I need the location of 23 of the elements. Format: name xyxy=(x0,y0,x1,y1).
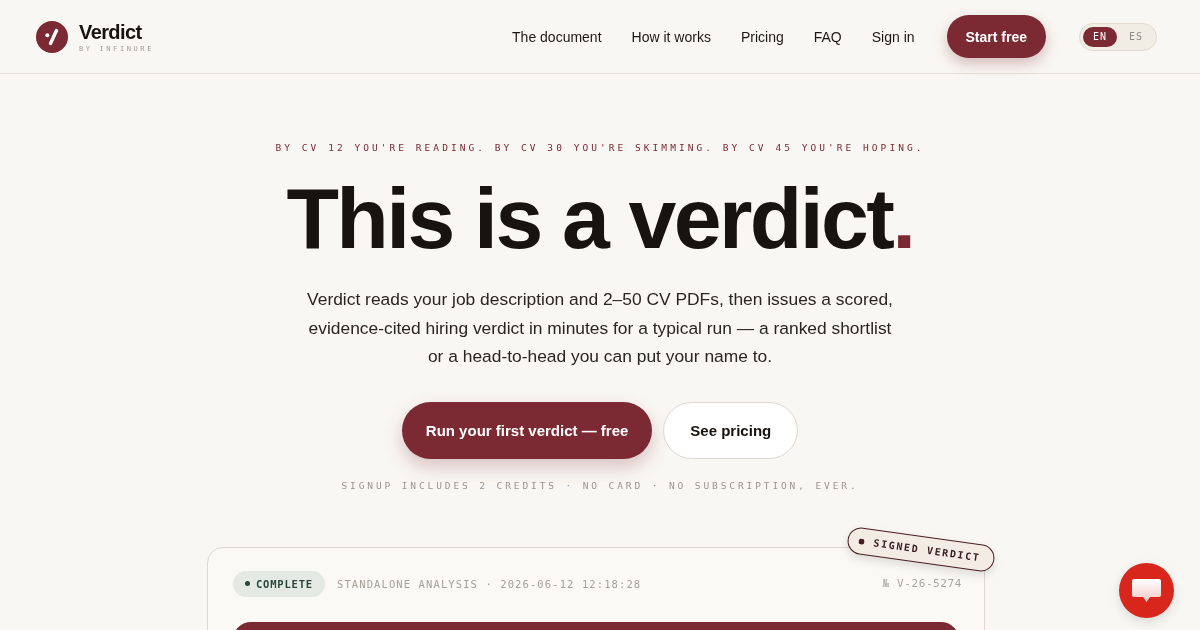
chat-bubble-icon xyxy=(1132,579,1161,602)
stamp-text: SIGNED VERDICT xyxy=(872,536,982,563)
hero-description: Verdict reads your job description and 2–50 CV PDFs, then issues a scored, evidence-cited hiring verdict in minutes for a typical run — a ranked shortlist or a head-to-head you can put your name to. xyxy=(306,288,894,368)
nav-link[interactable]: The document xyxy=(512,28,602,45)
headline: This is a verdict. xyxy=(286,173,914,263)
eyebrow-text: BY CV 12 YOU'RE READING. BY CV 30 YOU'RE SKIMMING. BY CV 45 YOU'RE HOPING. xyxy=(275,142,925,154)
nav-link[interactable]: Sign in xyxy=(871,28,915,45)
start-free-button[interactable]: Start free xyxy=(946,15,1046,58)
nav-link[interactable]: FAQ xyxy=(813,28,842,45)
verdict-number: № V-26-5274 xyxy=(882,577,962,590)
secondary-button[interactable]: See pricing xyxy=(663,401,799,459)
signup-note: SIGNUP INCLUDES 2 CREDITS · NO CARD · NO SUBSCRIPTION, EVER. xyxy=(341,479,859,491)
stamp-dot-icon xyxy=(858,537,865,545)
nav-link[interactable]: Pricing xyxy=(740,28,784,45)
analysis-meta: STANDALONE ANALYSIS · 2026-06-12 12:18:28 xyxy=(337,577,642,590)
chat-button[interactable] xyxy=(1119,563,1174,618)
brand-name: Verdict xyxy=(79,20,143,43)
logo-icon xyxy=(36,20,68,53)
nav-link[interactable]: How it works xyxy=(631,28,711,45)
language-option[interactable]: EN xyxy=(1083,26,1117,47)
primary-button[interactable]: Run your first verdict — free xyxy=(401,401,653,459)
status-dot-icon xyxy=(245,581,250,586)
status-badge: COMPLETE xyxy=(233,570,325,597)
